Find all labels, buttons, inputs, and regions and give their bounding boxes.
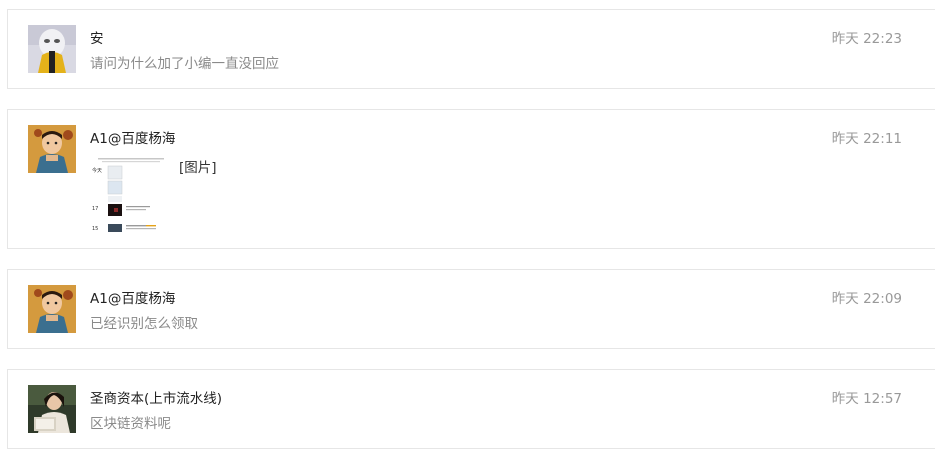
screenshot-thumbnail-image: 今天 17 15: [90, 154, 172, 236]
avatar[interactable]: [28, 385, 76, 433]
message-item[interactable]: 圣商资本(上市流水线) 区块链资料呢 昨天 12:57: [7, 369, 935, 449]
avatar[interactable]: [28, 285, 76, 333]
avatar-image: [28, 125, 76, 173]
avatar-image: [28, 285, 76, 333]
image-label: [图片]: [179, 160, 217, 176]
avatar[interactable]: [28, 25, 76, 73]
message-text: 区块链资料呢: [90, 416, 171, 432]
message-time: 昨天 12:57: [831, 391, 902, 407]
message-item[interactable]: 安 请问为什么加了小编一直没回应 昨天 22:23: [7, 9, 935, 89]
message-list: 安 请问为什么加了小编一直没回应 昨天 22:23 A1@百度杨海 今天 17 …: [0, 0, 935, 457]
image-thumbnail[interactable]: 今天 17 15: [90, 154, 172, 236]
message-time: 昨天 22:09: [831, 291, 902, 307]
sender-name: 圣商资本(上市流水线): [90, 391, 223, 407]
message-text: 已经识别怎么领取: [90, 316, 198, 332]
message-time: 昨天 22:11: [831, 131, 902, 147]
sender-name: A1@百度杨海: [90, 131, 176, 147]
message-text: 请问为什么加了小编一直没回应: [90, 56, 279, 72]
message-time: 昨天 22:23: [831, 31, 902, 47]
avatar[interactable]: [28, 125, 76, 173]
thumb-row1-day: 17: [92, 206, 98, 212]
message-item[interactable]: A1@百度杨海 已经识别怎么领取 昨天 22:09: [7, 269, 935, 349]
message-item[interactable]: A1@百度杨海 今天 17 15 [图片] 昨天 22:11: [7, 109, 935, 249]
sender-name: 安: [90, 31, 104, 47]
avatar-image: [28, 25, 76, 73]
thumb-today-label: 今天: [92, 167, 102, 174]
avatar-image: [28, 385, 76, 433]
thumb-row2-day: 15: [92, 226, 98, 232]
sender-name: A1@百度杨海: [90, 291, 176, 307]
